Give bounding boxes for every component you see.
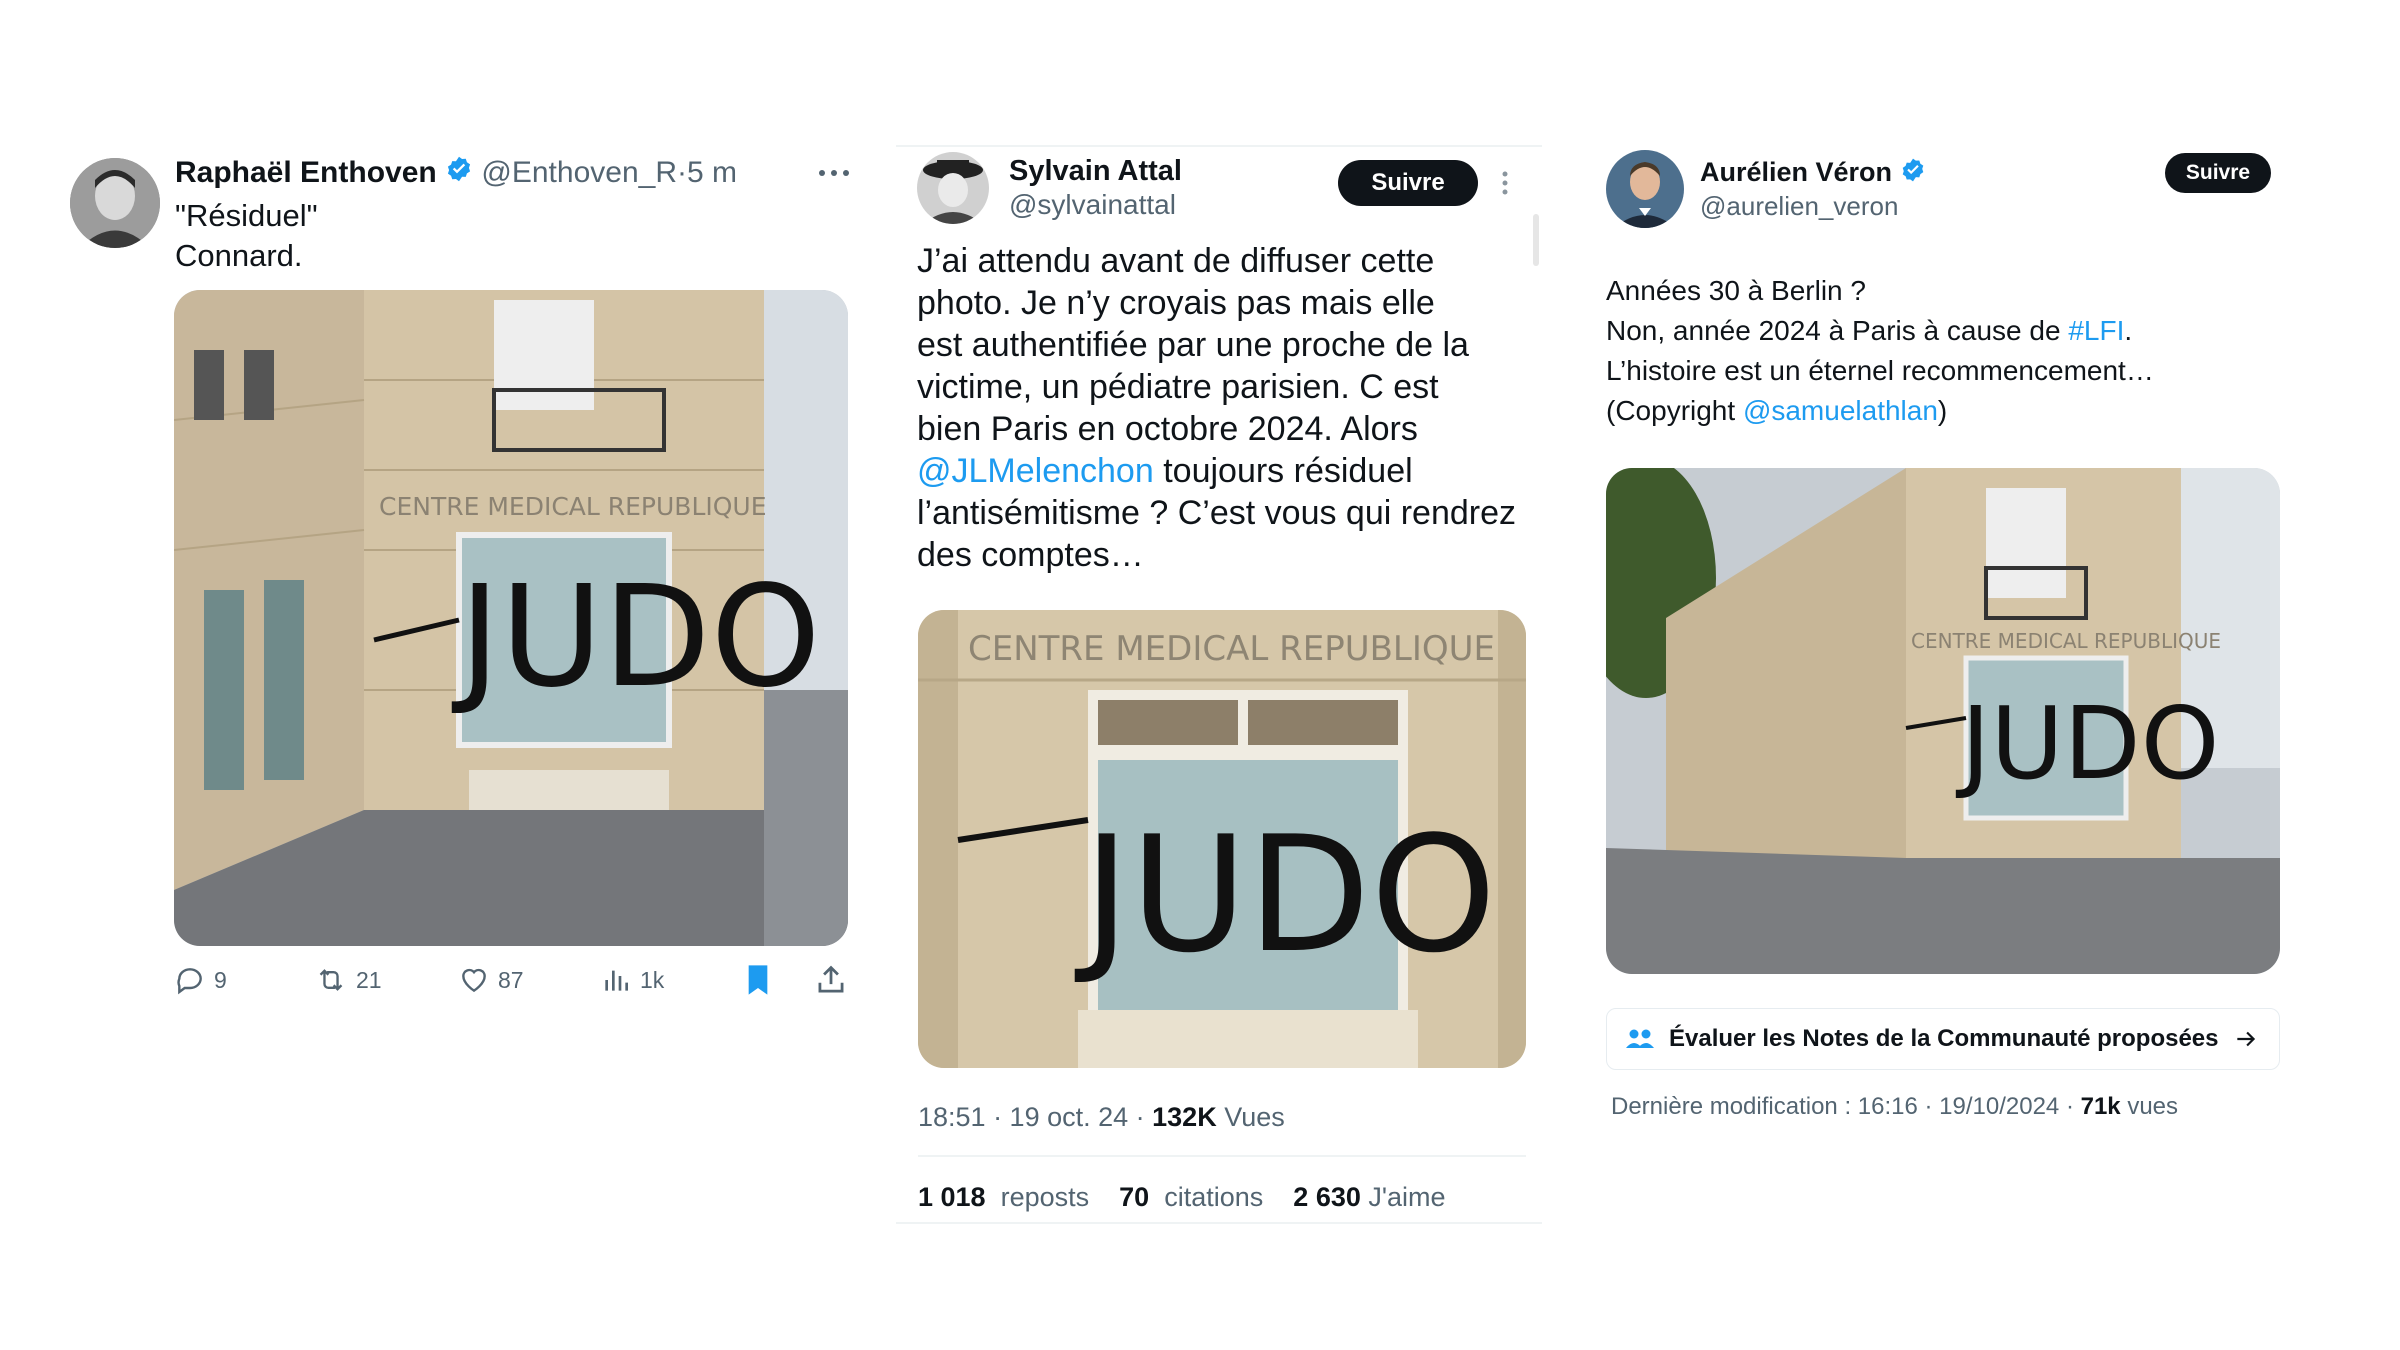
community-people-icon [1626,1029,1654,1048]
follow-button[interactable]: Suivre [2165,153,2271,193]
tweet-text-line: J’ai attendu avant de diffuser cette [917,242,1435,280]
separator-dot: · [676,156,687,189]
community-notes-button[interactable]: Évaluer les Notes de la Communauté propo… [1606,1008,2280,1070]
bookmark-icon[interactable] [742,962,774,998]
tweet-text: J’ai attendu avant de diffuser cette pho… [917,240,1516,576]
quotes-label: citations [1164,1182,1264,1212]
likes-count: 2 630 [1293,1182,1361,1212]
tweet-text: Années 30 à Berlin ? Non, année 2024 à P… [1606,271,2154,431]
tweet-text-line: (Copyright @samuelathlan) [1606,391,2154,431]
mention-link[interactable]: @JLMelenchon [917,452,1154,490]
quotes-stat[interactable]: 70 citations [1119,1182,1263,1212]
tweet-meta: Dernière modification : 16:16 · 19/10/20… [1611,1091,2178,1123]
more-options-icon[interactable] [814,158,854,188]
reply-button[interactable]: 9 [174,962,227,998]
likes-stat[interactable]: 2 630 J'aime [1293,1182,1445,1212]
photo-graffiti: JUDO [1955,685,2219,802]
views-chart-icon [605,970,628,991]
mention-link[interactable]: @samuelathlan [1743,395,1938,426]
arrow-right-icon [2237,1031,2256,1047]
last-modified: Dernière modification : 16:16 · 19/10/20… [1611,1093,2081,1120]
tweet-text-line: L’histoire est un éternel recommencement… [1606,355,2154,386]
tweet-text-line: est authentifiée par une proche de la [917,326,1469,364]
photo-graffiti: JUDO [1074,801,1496,988]
repost-button[interactable]: 21 [314,962,382,998]
reposts-stat[interactable]: 1 018 reposts [918,1182,1089,1212]
reposts-count: 1 018 [918,1182,986,1212]
verified-badge-icon [1900,157,1926,191]
reply-icon [177,968,202,995]
likes-label: J'aime [1368,1182,1446,1212]
tweet-photo[interactable]: CENTRE MEDICAL REPUBLIQUE JUDO [174,290,848,946]
like-count: 87 [498,966,524,993]
bottom-divider [896,1222,1542,1224]
views-label: Vues [1216,1102,1285,1132]
tweet-text-line: des comptes… [917,536,1144,574]
heart-icon [462,968,486,993]
repost-count: 21 [356,966,382,993]
reply-count: 9 [214,966,227,993]
verified-badge-icon [445,155,473,193]
author-name[interactable]: Sylvain Attal [1009,153,1182,189]
avatar[interactable] [917,152,989,224]
tweet-photo[interactable]: CENTRE MEDICAL REPUBLIQUE JUDO [1606,468,2280,974]
text-segment: . [2124,315,2133,346]
author-handle[interactable]: @Enthoven_R [481,156,677,189]
follow-button[interactable]: Suivre [1338,160,1478,206]
views-button[interactable]: 1k [600,962,664,998]
timestamp[interactable]: 18:51 · 19 oct. 24 · [918,1102,1152,1132]
avatar[interactable] [1606,150,1684,228]
views-label: vues [2120,1093,2179,1120]
top-divider [896,145,1542,147]
views-count: 1k [640,966,665,993]
tweet-text-line: photo. Je n’y croyais pas mais elle [917,284,1435,322]
timestamp[interactable]: 5 m [687,156,737,189]
tweet-photo[interactable]: CENTRE MEDICAL REPUBLIQUE JUDO [918,610,1526,1068]
tweet-text-line: l’antisémitisme ? C’est vous qui rendrez [917,494,1517,532]
views-count: 71k [2080,1093,2121,1120]
text-segment: (Copyright [1606,395,1743,426]
views-count: 132K [1152,1102,1217,1132]
quotes-count: 70 [1119,1182,1150,1212]
tweet-text-line: Non, année 2024 à Paris à cause de #LFI. [1606,311,2154,351]
author-name[interactable]: Aurélien Véron [1700,157,1892,187]
reposts-label: reposts [1000,1182,1090,1212]
tweet-text-line: Connard. [175,238,303,273]
tweet-meta: 18:51 · 19 oct. 24 · 132K Vues [918,1100,1285,1134]
share-icon[interactable] [814,962,848,998]
tweet-text-line: @JLMelenchon toujours résiduel [917,450,1516,492]
avatar[interactable] [70,158,160,248]
text-segment: ) [1937,395,1948,426]
more-options-icon[interactable] [1498,166,1512,200]
photo-sign: CENTRE MEDICAL REPUBLIQUE [1911,629,2221,653]
author-handle[interactable]: @aurelien_veron [1700,190,1898,222]
author-handle[interactable]: @sylvainattal [1009,188,1176,222]
tweet-text-line: "Résiduel" [175,198,318,233]
tweet-text-line: victime, un pédiatre parisien. C est [917,368,1439,406]
hashtag-link[interactable]: #LFI [2068,315,2124,346]
photo-sign: CENTRE MEDICAL REPUBLIQUE [379,492,767,521]
meta-divider [918,1155,1526,1157]
repost-icon [319,969,343,991]
author-name[interactable]: Raphaël Enthoven [175,156,437,189]
tweet-text-line: bien Paris en octobre 2024. Alors [917,410,1418,448]
mention-after: toujours résiduel [1153,452,1413,490]
like-button[interactable]: 87 [458,962,524,998]
community-notes-label: Évaluer les Notes de la Communauté propo… [1669,1025,2219,1052]
engagement-stats: 1 018 reposts 70 citations 2 630 J'aime [918,1180,1446,1214]
tweet-text-line: Années 30 à Berlin ? [1606,275,1866,306]
photo-sign: CENTRE MEDICAL REPUBLIQUE [968,629,1495,669]
scrollbar[interactable] [1533,214,1539,266]
text-segment: Non, année 2024 à Paris à cause de [1606,315,2069,346]
